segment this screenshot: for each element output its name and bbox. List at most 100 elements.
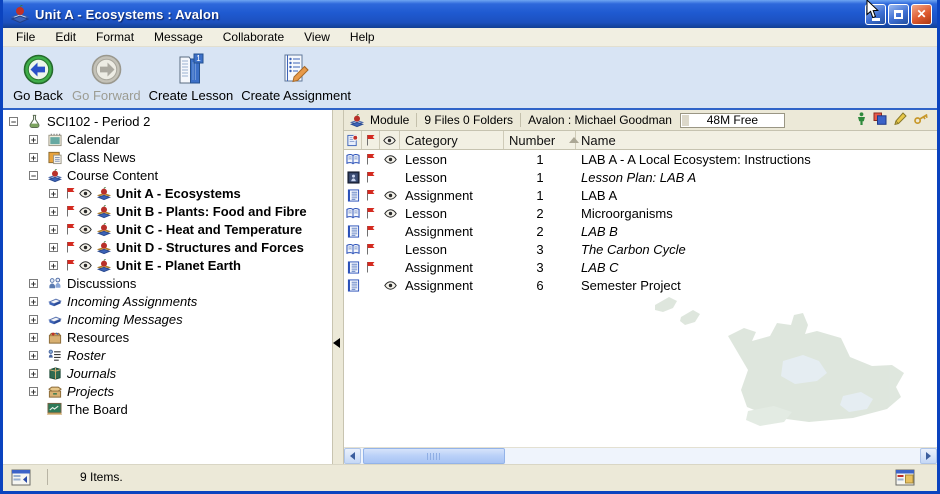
expander-plus-icon[interactable]: + xyxy=(49,243,58,252)
close-button[interactable]: ✕ xyxy=(911,4,932,25)
tree-item[interactable]: The Board xyxy=(3,400,332,418)
go-back-button[interactable]: Go Back xyxy=(9,51,67,103)
tree-item[interactable]: + Unit B - Plants: Food and Fibre xyxy=(3,202,332,220)
item-name[interactable]: LAB B xyxy=(581,224,618,239)
list-item-row[interactable]: Assignment 6 Semester Project xyxy=(344,276,937,294)
tree-item[interactable]: + Discussions xyxy=(3,274,332,292)
tree-item-label[interactable]: Incoming Assignments xyxy=(67,294,197,309)
expander-plus-icon[interactable]: + xyxy=(29,135,38,144)
tree-item[interactable]: + Unit E - Planet Earth xyxy=(3,256,332,274)
course-tree: − SCI102 - Period 2 + Calendar + Class N… xyxy=(3,110,332,464)
expander-plus-icon[interactable]: + xyxy=(49,207,58,216)
tree-item[interactable]: + Incoming Messages xyxy=(3,310,332,328)
tree-item-label[interactable]: Unit E - Planet Earth xyxy=(116,258,241,273)
tree-item-label[interactable]: Unit B - Plants: Food and Fibre xyxy=(116,204,307,219)
tree-item-label[interactable]: Unit D - Structures and Forces xyxy=(116,240,304,255)
name-column-label: Name xyxy=(581,133,616,148)
expander-plus-icon[interactable]: + xyxy=(49,225,58,234)
tree-item-label[interactable]: Class News xyxy=(67,150,136,165)
expander-plus-icon[interactable]: + xyxy=(29,153,38,162)
list-item-row[interactable]: Assignment 2 LAB B xyxy=(344,222,937,240)
panel-splitter[interactable] xyxy=(332,110,344,464)
list-item-row[interactable]: Lesson 1 LAB A - A Local Ecosystem: Inst… xyxy=(344,150,937,168)
scrollbar-thumb[interactable] xyxy=(363,448,505,464)
tree-item-label[interactable]: Unit A - Ecosystems xyxy=(116,186,241,201)
expander-minus-icon[interactable]: − xyxy=(9,117,18,126)
flag-column-header[interactable] xyxy=(362,131,380,149)
title-bar: Unit A - Ecosystems : Avalon ✕ xyxy=(3,0,937,28)
minimize-button[interactable] xyxy=(865,4,886,25)
item-name[interactable]: Semester Project xyxy=(581,278,681,293)
tree-item[interactable]: − Course Content xyxy=(3,166,332,184)
panel-toggle-icon[interactable] xyxy=(11,469,31,486)
expander-plus-icon[interactable]: + xyxy=(29,333,38,342)
number-column-header[interactable]: Number xyxy=(504,131,576,149)
tree-item[interactable]: + Resources xyxy=(3,328,332,346)
expander-plus-icon[interactable]: + xyxy=(29,387,38,396)
create-assignment-label: Create Assignment xyxy=(241,88,351,103)
item-name[interactable]: Microorganisms xyxy=(581,206,673,221)
category-column-header[interactable]: Category xyxy=(400,131,504,149)
tree-item[interactable]: + Class News xyxy=(3,148,332,166)
expander-plus-icon[interactable]: + xyxy=(29,369,38,378)
menu-item-collaborate[interactable]: Collaborate xyxy=(213,28,294,46)
item-name[interactable]: Lesson Plan: LAB A xyxy=(581,170,696,185)
expander-plus-icon[interactable]: + xyxy=(29,351,38,360)
tree-item[interactable]: + Projects xyxy=(3,382,332,400)
list-item-row[interactable]: Lesson 1 Lesson Plan: LAB A xyxy=(344,168,937,186)
tree-item-label[interactable]: Journals xyxy=(67,366,116,381)
collapse-left-icon[interactable] xyxy=(333,338,340,348)
menu-item-format[interactable]: Format xyxy=(86,28,144,46)
expander-plus-icon[interactable]: + xyxy=(29,297,38,306)
tree-item[interactable]: + Unit C - Heat and Temperature xyxy=(3,220,332,238)
eye-icon xyxy=(79,207,92,216)
menu-item-edit[interactable]: Edit xyxy=(45,28,86,46)
tree-item[interactable]: + Journals xyxy=(3,364,332,382)
tree-item[interactable]: + Unit D - Structures and Forces xyxy=(3,238,332,256)
list-item-row[interactable]: Assignment 1 LAB A xyxy=(344,186,937,204)
scroll-right-button[interactable] xyxy=(920,448,937,464)
tree-item-label[interactable]: Course Content xyxy=(67,168,158,183)
tree-item[interactable]: + Calendar xyxy=(3,130,332,148)
tree-item[interactable]: + Roster xyxy=(3,346,332,364)
item-name[interactable]: LAB A - A Local Ecosystem: Instructions xyxy=(581,152,811,167)
horizontal-scrollbar[interactable] xyxy=(344,447,937,464)
tree-item-label[interactable]: Resources xyxy=(67,330,129,345)
expander-minus-icon[interactable]: − xyxy=(29,171,38,180)
go-forward-button[interactable]: Go Forward xyxy=(69,51,144,103)
menu-item-help[interactable]: Help xyxy=(340,28,385,46)
tree-item-label[interactable]: Roster xyxy=(67,348,105,363)
item-type-column-header[interactable] xyxy=(344,131,362,149)
tree-item-label[interactable]: Unit C - Heat and Temperature xyxy=(116,222,302,237)
menu-item-file[interactable]: File xyxy=(6,28,45,46)
maximize-button[interactable] xyxy=(888,4,909,25)
expander-plus-icon[interactable]: + xyxy=(29,315,38,324)
tree-item-label[interactable]: SCI102 - Period 2 xyxy=(47,114,150,129)
item-name[interactable]: LAB C xyxy=(581,260,619,275)
item-name[interactable]: LAB A xyxy=(581,188,617,203)
list-item-row[interactable]: Lesson 3 The Carbon Cycle xyxy=(344,240,937,258)
eye-icon xyxy=(380,204,400,222)
tree-item-label[interactable]: Discussions xyxy=(67,276,136,291)
tree-item-label[interactable]: Calendar xyxy=(67,132,120,147)
window-layout-icon[interactable] xyxy=(895,469,915,486)
tree-item-label[interactable]: Projects xyxy=(67,384,114,399)
list-item-row[interactable]: Lesson 2 Microorganisms xyxy=(344,204,937,222)
expander-plus-icon[interactable]: + xyxy=(49,189,58,198)
item-name[interactable]: The Carbon Cycle xyxy=(581,242,686,257)
scroll-left-button[interactable] xyxy=(344,448,361,464)
menu-item-message[interactable]: Message xyxy=(144,28,213,46)
create-assignment-button[interactable]: Create Assignment xyxy=(238,51,354,103)
expander-plus-icon[interactable]: + xyxy=(29,279,38,288)
tree-item[interactable]: + Incoming Assignments xyxy=(3,292,332,310)
menu-item-view[interactable]: View xyxy=(294,28,340,46)
expander-plus-icon[interactable]: + xyxy=(49,261,58,270)
tree-item-label[interactable]: Incoming Messages xyxy=(67,312,183,327)
tree-item[interactable]: + Unit A - Ecosystems xyxy=(3,184,332,202)
eye-column-header[interactable] xyxy=(380,131,400,149)
tree-item-label[interactable]: The Board xyxy=(67,402,128,417)
name-column-header[interactable]: Name xyxy=(576,131,937,149)
tree-item[interactable]: − SCI102 - Period 2 xyxy=(3,112,332,130)
create-lesson-button[interactable]: 1 Create Lesson xyxy=(146,51,237,103)
list-item-row[interactable]: Assignment 3 LAB C xyxy=(344,258,937,276)
